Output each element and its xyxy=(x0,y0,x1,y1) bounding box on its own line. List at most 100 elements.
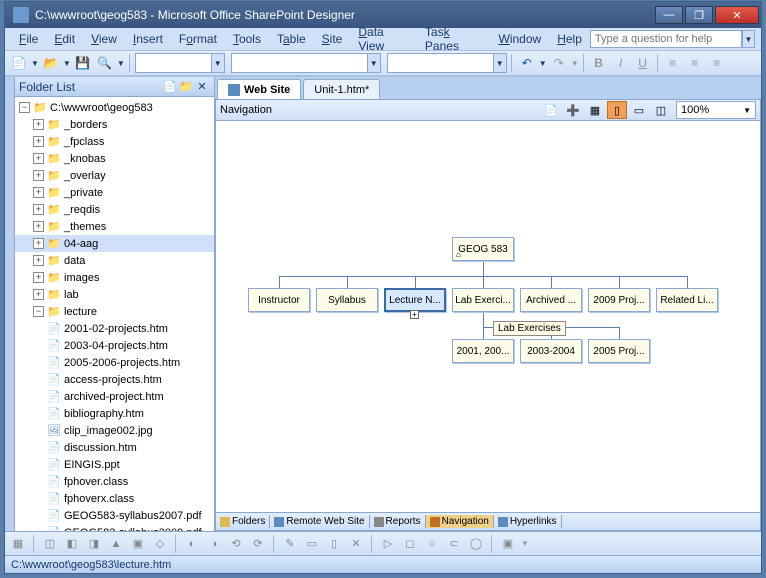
tree-toggle[interactable]: + xyxy=(33,289,44,300)
bt-13[interactable]: ▭ xyxy=(303,535,321,553)
tree-file[interactable]: 📄2001-02-projects.htm xyxy=(15,320,214,337)
tree-file[interactable]: 📄bibliography.htm xyxy=(15,405,214,422)
bt-17[interactable]: ◻ xyxy=(401,535,419,553)
undo-dropdown[interactable]: ▼ xyxy=(539,59,547,68)
bt-5[interactable]: ▲ xyxy=(107,535,125,553)
bt-19[interactable]: ⊂ xyxy=(445,535,463,553)
align-right-button[interactable]: ≡ xyxy=(707,53,727,73)
menu-help[interactable]: Help xyxy=(549,30,590,48)
bt-14[interactable]: ▯ xyxy=(325,535,343,553)
portrait-button[interactable]: ▯ xyxy=(607,101,627,119)
view-tab-folders[interactable]: Folders xyxy=(216,515,270,528)
italic-button[interactable]: I xyxy=(611,53,631,73)
align-left-button[interactable]: ≡ xyxy=(663,53,683,73)
tree-toggle[interactable]: − xyxy=(33,306,44,317)
landscape-button[interactable]: ▭ xyxy=(629,101,649,119)
size-combo[interactable]: ▼ xyxy=(387,53,507,73)
view-tab-navigation[interactable]: Navigation xyxy=(426,515,494,528)
node-lecture-notes[interactable]: Lecture N... xyxy=(384,288,446,312)
tree-folder-_reqdis[interactable]: +📁_reqdis xyxy=(15,201,214,218)
tree-file[interactable]: 📄GEOG583-syllabus2009.pdf xyxy=(15,524,214,531)
expand-lecture[interactable]: + xyxy=(410,310,419,319)
font-combo[interactable]: ▼ xyxy=(231,53,381,73)
open-button[interactable]: 📂 xyxy=(41,53,61,73)
folder-tree[interactable]: − 📁 C:\wwwroot\geog583 +📁_borders+📁_fpcl… xyxy=(15,97,214,531)
bt-4[interactable]: ◨ xyxy=(85,535,103,553)
close-button[interactable]: ✕ xyxy=(715,6,759,24)
tree-toggle[interactable]: + xyxy=(33,136,44,147)
new-folder-button[interactable]: 📄 xyxy=(162,79,178,95)
tree-file[interactable]: 📄EINGIS.ppt xyxy=(15,456,214,473)
tree-folder-images[interactable]: +📁images xyxy=(15,269,214,286)
menu-tools[interactable]: Tools xyxy=(225,30,269,48)
bt-9[interactable]: ◑ xyxy=(205,535,223,553)
node-archived[interactable]: Archived ... xyxy=(520,288,582,312)
new-button[interactable]: 📄 xyxy=(9,53,29,73)
bt-7[interactable]: ◇ xyxy=(151,535,169,553)
tree-file[interactable]: 📄fphoverx.class xyxy=(15,490,214,507)
bold-button[interactable]: B xyxy=(589,53,609,73)
bt-16[interactable]: ▷ xyxy=(379,535,397,553)
tree-file[interactable]: 📄access-projects.htm xyxy=(15,371,214,388)
menu-format[interactable]: Format xyxy=(171,30,225,48)
zoom-dropdown-arrow[interactable]: ▼ xyxy=(743,106,751,115)
bt-6[interactable]: ▣ xyxy=(129,535,147,553)
navigation-canvas[interactable]: GEOG 583 ⌂ Instructor Syllabus Lecture N… xyxy=(215,121,761,513)
tree-folder-data[interactable]: +📁data xyxy=(15,252,214,269)
node-root[interactable]: GEOG 583 ⌂ xyxy=(452,237,514,261)
tree-file[interactable]: 📄discussion.htm xyxy=(15,439,214,456)
bt-20[interactable]: ◯ xyxy=(467,535,485,553)
underline-button[interactable]: U xyxy=(633,53,653,73)
bt-15[interactable]: ✕ xyxy=(347,535,365,553)
menu-view[interactable]: View xyxy=(83,30,125,48)
tree-toggle[interactable]: + xyxy=(33,238,44,249)
tree-folder-lecture[interactable]: −📁lecture xyxy=(15,303,214,320)
tree-folder-lab[interactable]: +📁lab xyxy=(15,286,214,303)
minimize-button[interactable]: — xyxy=(655,6,683,24)
tree-toggle[interactable]: + xyxy=(33,153,44,164)
tree-file[interactable]: 🖼clip_image002.jpg xyxy=(15,422,214,439)
menu-site[interactable]: Site xyxy=(314,30,351,48)
menu-window[interactable]: Window xyxy=(491,30,550,48)
node-2003-2004[interactable]: 2003-2004 xyxy=(520,339,582,363)
bt-1[interactable]: ▦ xyxy=(9,535,27,553)
undo-button[interactable]: ↶ xyxy=(517,53,537,73)
tree-folder-04-aag[interactable]: +📁04-aag xyxy=(15,235,214,252)
nav-button-3[interactable]: ▦ xyxy=(585,101,605,119)
view-tab-reports[interactable]: Reports xyxy=(370,515,426,528)
bt-12[interactable]: ✎ xyxy=(281,535,299,553)
menu-edit[interactable]: Edit xyxy=(46,30,83,48)
bt-11[interactable]: ⟳ xyxy=(249,535,267,553)
new-nav-button[interactable]: 📄 xyxy=(541,101,561,119)
tree-toggle[interactable]: + xyxy=(33,272,44,283)
preview-dropdown[interactable]: ▼ xyxy=(117,59,125,68)
close-panel-button[interactable]: ✕ xyxy=(194,79,210,95)
node-lab-exercises[interactable]: Lab Exerci... xyxy=(452,288,514,312)
tree-file[interactable]: 📄fphover.class xyxy=(15,473,214,490)
help-search-input[interactable] xyxy=(590,30,742,48)
tree-toggle[interactable]: + xyxy=(33,119,44,130)
view-tab-hyperlinks[interactable]: Hyperlinks xyxy=(494,515,562,528)
tree-toggle[interactable]: − xyxy=(19,102,30,113)
tab-website[interactable]: Web Site xyxy=(217,79,301,99)
tree-folder-_overlay[interactable]: +📁_overlay xyxy=(15,167,214,184)
tree-folder-_themes[interactable]: +📁_themes xyxy=(15,218,214,235)
redo-button[interactable]: ↷ xyxy=(549,53,569,73)
node-2009-proj[interactable]: 2009 Proj... xyxy=(588,288,650,312)
tree-toggle[interactable]: + xyxy=(33,221,44,232)
node-2001-2002[interactable]: 2001, 200... xyxy=(452,339,514,363)
menu-table[interactable]: Table xyxy=(269,30,314,48)
tree-toggle[interactable]: + xyxy=(33,255,44,266)
node-instructor[interactable]: Instructor xyxy=(248,288,310,312)
node-syllabus[interactable]: Syllabus xyxy=(316,288,378,312)
bt-18[interactable]: ○ xyxy=(423,535,441,553)
tree-file[interactable]: 📄2003-04-projects.htm xyxy=(15,337,214,354)
tree-folder-_fpclass[interactable]: +📁_fpclass xyxy=(15,133,214,150)
align-center-button[interactable]: ≡ xyxy=(685,53,705,73)
tree-file[interactable]: 📄2005-2006-projects.htm xyxy=(15,354,214,371)
bt-10[interactable]: ⟲ xyxy=(227,535,245,553)
save-button[interactable]: 💾 xyxy=(73,53,93,73)
tree-folder-_borders[interactable]: +📁_borders xyxy=(15,116,214,133)
open-dropdown[interactable]: ▼ xyxy=(63,59,71,68)
preview-button[interactable]: 🔍 xyxy=(95,53,115,73)
